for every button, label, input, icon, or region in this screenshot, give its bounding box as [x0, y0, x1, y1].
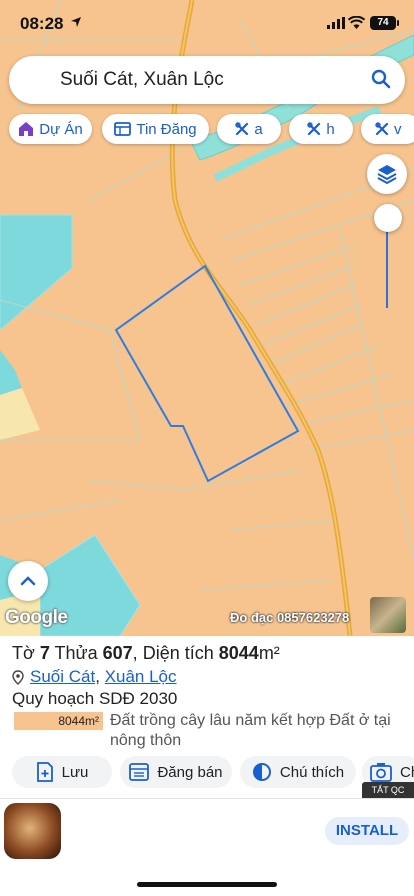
- action-label: Đăng bán: [157, 763, 223, 781]
- google-attribution: Google: [5, 607, 68, 628]
- layers-button[interactable]: [367, 154, 407, 194]
- house-icon: [19, 122, 34, 136]
- chip-label: Tin Đăng: [136, 120, 197, 138]
- wifi-icon: [348, 16, 365, 29]
- layers-icon: [377, 165, 397, 185]
- chip-du-an[interactable]: Dự Án: [9, 114, 92, 144]
- chip-tool-h[interactable]: h: [289, 114, 353, 144]
- chip-label: Dự Án: [39, 120, 83, 138]
- legend-button[interactable]: Chú thích: [240, 756, 356, 788]
- area-unit: m²: [258, 643, 280, 663]
- area-label: Diện tích: [142, 643, 214, 663]
- sheet-label: Tờ: [12, 643, 35, 663]
- ad-banner[interactable]: INSTALL: [0, 798, 414, 863]
- parcel-info-panel: Tờ 7 Thửa 607, Diện tích 8044m² Suối Cát…: [0, 636, 414, 798]
- selected-parcel-boundary[interactable]: [114, 264, 300, 483]
- commune-link[interactable]: Suối Cát: [30, 667, 95, 686]
- parcel-title: Tờ 7 Thửa 607, Diện tích 8044m²: [12, 643, 280, 663]
- parcel-yellow: [0, 388, 40, 440]
- land-area-swatch: 8044m²: [14, 712, 103, 730]
- search-bar[interactable]: Suối Cát, Xuân Lộc: [9, 56, 405, 104]
- search-input[interactable]: Suối Cát, Xuân Lộc: [60, 69, 224, 91]
- post-icon: [129, 763, 150, 781]
- hide-ads-button[interactable]: TẮT QC: [362, 782, 414, 798]
- opacity-slider-thumb[interactable]: [374, 204, 402, 232]
- location-arrow-icon: [71, 17, 81, 27]
- status-bar: 08:28 74: [0, 0, 414, 48]
- listing-icon: [114, 122, 132, 136]
- chip-label: a: [254, 120, 263, 138]
- parcel-number: 607: [102, 643, 133, 663]
- expand-panel-button[interactable]: [8, 561, 48, 601]
- home-indicator[interactable]: [137, 882, 277, 887]
- location-pin-icon: [12, 669, 24, 685]
- save-icon: [36, 762, 53, 782]
- action-label: Ch: [400, 763, 414, 781]
- ad-app-icon[interactable]: [4, 803, 61, 859]
- water-area: [0, 350, 22, 395]
- water-area: [0, 214, 73, 331]
- plan-title: Quy hoạch SDĐ 2030: [12, 689, 178, 708]
- parcel-address: Suối Cát, Xuân Lộc: [12, 667, 177, 687]
- chip-label: v: [394, 120, 402, 138]
- battery-indicator: 74: [370, 16, 399, 30]
- install-button[interactable]: INSTALL: [325, 817, 409, 845]
- sheet-number: 7: [39, 643, 50, 663]
- action-label: Chú thích: [279, 763, 345, 781]
- post-for-sale-button[interactable]: Đăng bán: [120, 756, 232, 788]
- save-button[interactable]: Lưu: [12, 756, 112, 788]
- cellular-signal-icon: [327, 17, 345, 29]
- camera-icon: [370, 763, 392, 782]
- land-use-type: Đất trồng cây lâu năm kết hợp Đất ở tại …: [110, 712, 391, 749]
- search-icon[interactable]: [371, 69, 391, 89]
- legend-icon: [252, 763, 271, 781]
- tools-icon: [375, 122, 389, 136]
- chip-tool-v[interactable]: v: [361, 114, 414, 144]
- tools-icon: [307, 122, 321, 136]
- parcel-label: Thửa: [54, 643, 98, 663]
- district-link[interactable]: Xuân Lộc: [105, 667, 177, 686]
- chip-tool-a[interactable]: a: [217, 114, 281, 144]
- chip-label: h: [326, 120, 335, 138]
- status-time: 08:28: [20, 14, 64, 33]
- chevron-up-icon: [20, 576, 36, 586]
- surveyor-watermark: Đo đạc 0857623278: [230, 610, 350, 625]
- area-value: 8044: [218, 643, 259, 663]
- tools-icon: [235, 122, 249, 136]
- address-separator: ,: [95, 667, 100, 686]
- action-label: Lưu: [61, 763, 89, 781]
- street-view-thumbnail[interactable]: [370, 597, 406, 633]
- chip-tin-dang[interactable]: Tin Đăng: [102, 114, 209, 144]
